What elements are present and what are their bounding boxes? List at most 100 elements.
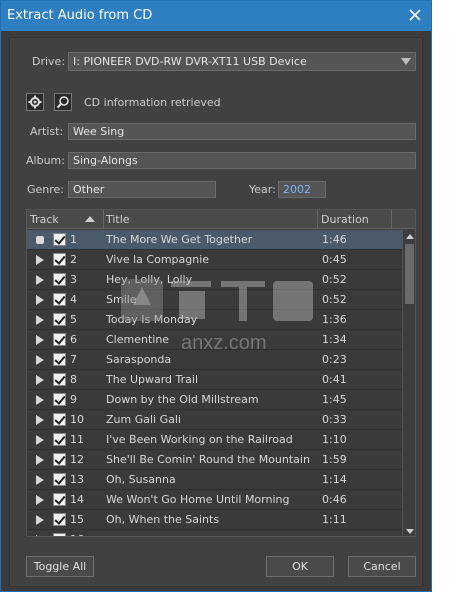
track-duration: 0:52 xyxy=(322,293,347,306)
column-track[interactable]: Track xyxy=(30,213,59,226)
table-row[interactable]: 5 Today Is Monday 1:36 xyxy=(27,310,402,330)
table-row[interactable]: 1 The More We Get Together 1:46 xyxy=(27,230,402,250)
column-separator xyxy=(391,210,392,229)
search-icon xyxy=(56,96,69,109)
track-title: Vive la Compagnie xyxy=(106,253,210,266)
track-checkbox[interactable] xyxy=(53,493,66,506)
track-duration: 0:52 xyxy=(322,273,347,286)
track-checkbox[interactable] xyxy=(53,253,66,266)
column-title[interactable]: Title xyxy=(106,213,130,226)
track-checkbox[interactable] xyxy=(53,433,66,446)
artist-field[interactable]: Wee Sing xyxy=(68,123,416,140)
year-field[interactable]: 2002 xyxy=(278,181,326,198)
column-separator xyxy=(317,210,318,229)
track-checkbox[interactable] xyxy=(53,453,66,466)
track-checkbox[interactable] xyxy=(53,353,66,366)
settings-button[interactable] xyxy=(26,93,44,111)
scroll-up-icon[interactable] xyxy=(406,234,414,239)
track-duration: 1:36 xyxy=(322,313,347,326)
track-title: The More We Get Together xyxy=(106,233,253,246)
track-checkbox[interactable] xyxy=(53,533,66,536)
track-checkbox[interactable] xyxy=(53,313,66,326)
track-number: 5 xyxy=(70,313,77,326)
table-row[interactable]: 10 Zum Gali Gali 0:33 xyxy=(27,410,402,430)
play-icon[interactable] xyxy=(36,475,44,485)
play-icon[interactable] xyxy=(36,515,44,525)
track-checkbox[interactable] xyxy=(53,393,66,406)
play-icon[interactable] xyxy=(36,315,44,325)
track-duration: 1:11 xyxy=(322,513,347,526)
track-title: Zum Gali Gali xyxy=(106,413,181,426)
lookup-button[interactable] xyxy=(54,93,72,111)
track-number: 16 xyxy=(70,533,84,536)
track-checkbox[interactable] xyxy=(53,233,66,246)
table-row[interactable]: 7 Sarasponda 0:23 xyxy=(27,350,402,370)
track-number: 6 xyxy=(70,333,77,346)
scroll-thumb[interactable] xyxy=(405,244,414,304)
table-row[interactable]: 3 Hey, Lolly, Lolly 0:52 xyxy=(27,270,402,290)
track-duration: 1:59 xyxy=(322,453,347,466)
play-icon[interactable] xyxy=(36,455,44,465)
play-icon[interactable] xyxy=(36,495,44,505)
track-title: Smile xyxy=(106,293,137,306)
table-row[interactable]: 14 We Won't Go Home Until Morning 0:46 xyxy=(27,490,402,510)
play-icon[interactable] xyxy=(36,535,44,536)
track-number: 15 xyxy=(70,513,84,526)
track-table: Track Title Duration 1 The More We Get To… xyxy=(26,209,416,537)
play-icon[interactable] xyxy=(36,435,44,445)
column-separator xyxy=(103,210,104,229)
track-title: Sarasponda xyxy=(106,353,172,366)
table-row[interactable]: 2 Vive la Compagnie 0:45 xyxy=(27,250,402,270)
album-label: Album: xyxy=(26,154,65,167)
table-row[interactable]: 9 Down by the Old Millstream 1:45 xyxy=(27,390,402,410)
table-row[interactable]: 12 She'll Be Comin' Round the Mountain 1:5… xyxy=(27,450,402,470)
play-icon[interactable] xyxy=(36,295,44,305)
scroll-down-icon[interactable] xyxy=(406,529,414,534)
track-checkbox[interactable] xyxy=(53,333,66,346)
dialog-content: Drive: I: PIONEER DVD-RW DVR-XT11 USB De… xyxy=(9,37,423,587)
table-row[interactable]: 16 xyxy=(27,530,402,536)
table-header: Track Title Duration xyxy=(27,210,415,229)
play-icon[interactable] xyxy=(36,415,44,425)
vertical-scrollbar[interactable] xyxy=(402,230,415,536)
album-field[interactable]: Sing-Alongs xyxy=(68,152,416,169)
ok-button[interactable]: OK xyxy=(266,556,334,577)
table-row[interactable]: 13 Oh, Susanna 1:14 xyxy=(27,470,402,490)
column-duration[interactable]: Duration xyxy=(321,213,369,226)
track-title: Down by the Old Millstream xyxy=(106,393,259,406)
drive-value: I: PIONEER DVD-RW DVR-XT11 USB Device xyxy=(73,55,307,68)
table-row[interactable]: 8 The Upward Trail 0:41 xyxy=(27,370,402,390)
track-checkbox[interactable] xyxy=(53,473,66,486)
genre-field[interactable]: Other xyxy=(68,181,216,198)
track-checkbox[interactable] xyxy=(53,373,66,386)
track-duration: 1:10 xyxy=(322,433,347,446)
track-list: 1 The More We Get Together 1:46 2 Vive la Co… xyxy=(27,230,402,536)
play-icon[interactable] xyxy=(36,375,44,385)
drive-select[interactable]: I: PIONEER DVD-RW DVR-XT11 USB Device xyxy=(68,52,416,71)
track-title: She'll Be Comin' Round the Mountain xyxy=(106,453,310,466)
play-icon[interactable] xyxy=(36,275,44,285)
track-checkbox[interactable] xyxy=(53,413,66,426)
play-icon[interactable] xyxy=(36,395,44,405)
year-label: Year: xyxy=(249,183,276,196)
close-icon[interactable] xyxy=(405,5,425,25)
play-icon[interactable] xyxy=(36,335,44,345)
track-title: Clementine xyxy=(106,333,170,346)
track-checkbox[interactable] xyxy=(53,273,66,286)
track-checkbox[interactable] xyxy=(53,293,66,306)
table-row[interactable]: 11 I've Been Working on the Railroad 1:10 xyxy=(27,430,402,450)
play-icon[interactable] xyxy=(36,255,44,265)
play-icon[interactable] xyxy=(36,355,44,365)
track-title: The Upward Trail xyxy=(106,373,199,386)
table-row[interactable]: 4 Smile 0:52 xyxy=(27,290,402,310)
toggle-all-button[interactable]: Toggle All xyxy=(26,556,94,577)
cancel-button[interactable]: Cancel xyxy=(348,556,416,577)
table-row[interactable]: 6 Clementine 1:34 xyxy=(27,330,402,350)
gear-icon xyxy=(28,95,42,109)
track-checkbox[interactable] xyxy=(53,513,66,526)
table-row[interactable]: 15 Oh, When the Saints 1:11 xyxy=(27,510,402,530)
stop-icon[interactable] xyxy=(36,236,44,244)
track-title: Today Is Monday xyxy=(106,313,198,326)
track-number: 4 xyxy=(70,293,77,306)
drive-label: Drive: xyxy=(32,55,66,68)
